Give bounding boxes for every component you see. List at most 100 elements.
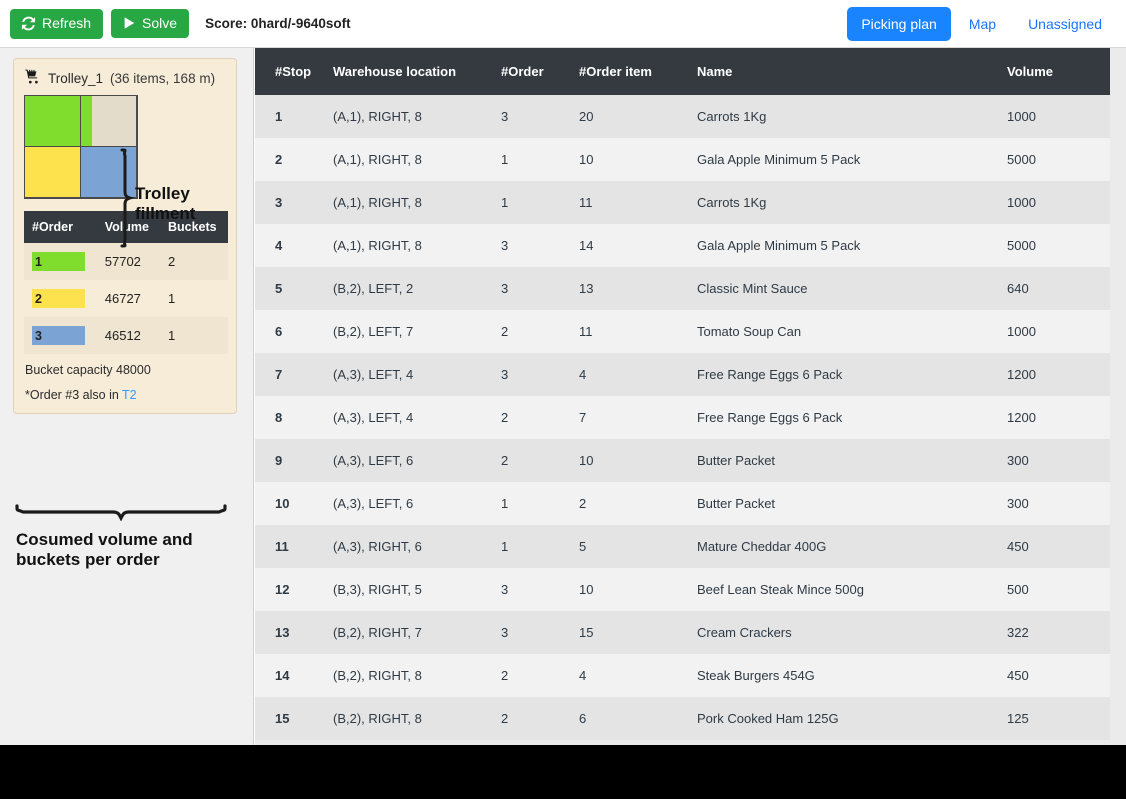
order-swatch-cell: 3 [24, 317, 97, 354]
bucket-cell-1[interactable] [24, 95, 81, 147]
table-row[interactable]: 9(A,3), LEFT, 6210Butter Packet300 [255, 439, 1110, 482]
cell-stop: 8 [255, 396, 333, 439]
order-summary-body: 157702224672713465121 [24, 243, 228, 354]
bucket-cell-2[interactable] [80, 95, 137, 147]
refresh-button[interactable]: Refresh [10, 9, 103, 39]
cell-order: 1 [501, 525, 579, 568]
order-summary-row[interactable]: 2467271 [24, 280, 228, 317]
cell-volume: 1200 [1007, 396, 1110, 439]
table-header-row: #Stop Warehouse location #Order #Order i… [255, 48, 1110, 95]
cell-name: Steak Burgers 454G [697, 654, 1007, 697]
cell-order: 1 [501, 181, 579, 224]
cell-volume: 450 [1007, 525, 1110, 568]
cell-order: 2 [501, 654, 579, 697]
cell-stop: 2 [255, 138, 333, 181]
tab-map[interactable]: Map [955, 7, 1010, 41]
top-toolbar: Refresh Solve Score: 0hard/-9640soft Pic… [0, 0, 1126, 48]
solve-button[interactable]: Solve [111, 9, 189, 38]
table-row[interactable]: 3(A,1), RIGHT, 8111Carrots 1Kg1000 [255, 181, 1110, 224]
col-order: #Order [24, 211, 97, 243]
cell-stop: 9 [255, 439, 333, 482]
cell-location: (A,1), RIGHT, 8 [333, 224, 501, 267]
score-text: Score: 0hard/-9640soft [205, 16, 351, 31]
annotation-trolley-fillment: Trolley fillment [135, 184, 253, 225]
order-color-swatch: 3 [32, 326, 85, 345]
cell-name: Gala Apple Minimum 5 Pack [697, 138, 1007, 181]
table-row[interactable]: 5(B,2), LEFT, 2313Classic Mint Sauce640 [255, 267, 1110, 310]
cell-location: (B,2), RIGHT, 8 [333, 697, 501, 740]
cell-location: (A,1), RIGHT, 8 [333, 181, 501, 224]
tab-picking-plan[interactable]: Picking plan [847, 7, 951, 41]
cell-order: 1 [501, 138, 579, 181]
cell-volume: 1000 [1007, 181, 1110, 224]
table-row[interactable]: 11(A,3), RIGHT, 615Mature Cheddar 400G45… [255, 525, 1110, 568]
picking-plan-table: #Stop Warehouse location #Order #Order i… [255, 48, 1110, 740]
cell-volume: 1000 [1007, 95, 1110, 138]
refresh-label: Refresh [42, 16, 91, 30]
cell-location: (A,3), RIGHT, 6 [333, 525, 501, 568]
order-swatch-cell: 2 [24, 280, 97, 317]
cell-stop: 13 [255, 611, 333, 654]
cell-order: 2 [501, 310, 579, 353]
cell-location: (A,3), LEFT, 6 [333, 439, 501, 482]
cell-name: Free Range Eggs 6 Pack [697, 396, 1007, 439]
shared-order-note: *Order #3 also in T2 [14, 379, 236, 413]
cell-volume: 640 [1007, 267, 1110, 310]
cell-volume: 500 [1007, 568, 1110, 611]
bucket-cell-3[interactable] [24, 146, 81, 198]
cell-location: (B,2), RIGHT, 7 [333, 611, 501, 654]
order-number: 2 [35, 292, 42, 306]
header-location: Warehouse location [333, 48, 501, 95]
view-tabs: Picking plan Map Unassigned [847, 7, 1116, 41]
order-buckets: 1 [160, 280, 228, 317]
tab-unassigned[interactable]: Unassigned [1014, 7, 1116, 41]
table-row[interactable]: 10(A,3), LEFT, 612Butter Packet300 [255, 482, 1110, 525]
bucket-fill [81, 96, 92, 146]
cell-order-item: 6 [579, 697, 697, 740]
table-row[interactable]: 14(B,2), RIGHT, 824Steak Burgers 454G450 [255, 654, 1110, 697]
cell-order-item: 14 [579, 224, 697, 267]
trolley-t2-link[interactable]: T2 [122, 388, 137, 402]
cell-order: 3 [501, 95, 579, 138]
solve-label: Solve [142, 16, 177, 30]
bucket-capacity-note: Bucket capacity 48000 [14, 354, 236, 379]
cell-order: 3 [501, 353, 579, 396]
cell-order: 3 [501, 267, 579, 310]
table-row[interactable]: 15(B,2), RIGHT, 826Pork Cooked Ham 125G1… [255, 697, 1110, 740]
cell-stop: 6 [255, 310, 333, 353]
cell-order-item: 7 [579, 396, 697, 439]
sidebar: Trolley_1 (36 items, 168 m) #Order Volum… [0, 48, 254, 745]
table-row[interactable]: 6(B,2), LEFT, 7211Tomato Soup Can1000 [255, 310, 1110, 353]
header-order: #Order [501, 48, 579, 95]
cell-location: (B,3), RIGHT, 5 [333, 568, 501, 611]
table-row[interactable]: 8(A,3), LEFT, 427Free Range Eggs 6 Pack1… [255, 396, 1110, 439]
picking-plan-body: 1(A,1), RIGHT, 8320Carrots 1Kg10002(A,1)… [255, 95, 1110, 740]
table-row[interactable]: 4(A,1), RIGHT, 8314Gala Apple Minimum 5 … [255, 224, 1110, 267]
table-row[interactable]: 12(B,3), RIGHT, 5310Beef Lean Steak Minc… [255, 568, 1110, 611]
table-row[interactable]: 7(A,3), LEFT, 434Free Range Eggs 6 Pack1… [255, 353, 1110, 396]
cell-order-item: 10 [579, 439, 697, 482]
trolley-meta: (36 items, 168 m) [110, 71, 215, 86]
table-row[interactable]: 13(B,2), RIGHT, 7315Cream Crackers322 [255, 611, 1110, 654]
cell-order-item: 15 [579, 611, 697, 654]
trolley-icon [25, 69, 41, 87]
order-color-swatch: 2 [32, 289, 85, 308]
table-row[interactable]: 2(A,1), RIGHT, 8110Gala Apple Minimum 5 … [255, 138, 1110, 181]
cell-order: 2 [501, 697, 579, 740]
cell-order: 3 [501, 568, 579, 611]
cell-stop: 14 [255, 654, 333, 697]
table-row[interactable]: 1(A,1), RIGHT, 8320Carrots 1Kg1000 [255, 95, 1110, 138]
annotation-consumed-line2: buckets per order [16, 550, 193, 570]
cell-location: (B,2), LEFT, 7 [333, 310, 501, 353]
cell-name: Carrots 1Kg [697, 95, 1007, 138]
order-swatch-cell: 1 [24, 243, 97, 280]
play-icon [122, 16, 136, 30]
cell-volume: 300 [1007, 439, 1110, 482]
cell-order: 3 [501, 224, 579, 267]
cell-order: 1 [501, 482, 579, 525]
cell-volume: 5000 [1007, 224, 1110, 267]
cell-name: Butter Packet [697, 439, 1007, 482]
cell-name: Gala Apple Minimum 5 Pack [697, 224, 1007, 267]
order-summary-row[interactable]: 3465121 [24, 317, 228, 354]
order-buckets: 2 [160, 243, 228, 280]
